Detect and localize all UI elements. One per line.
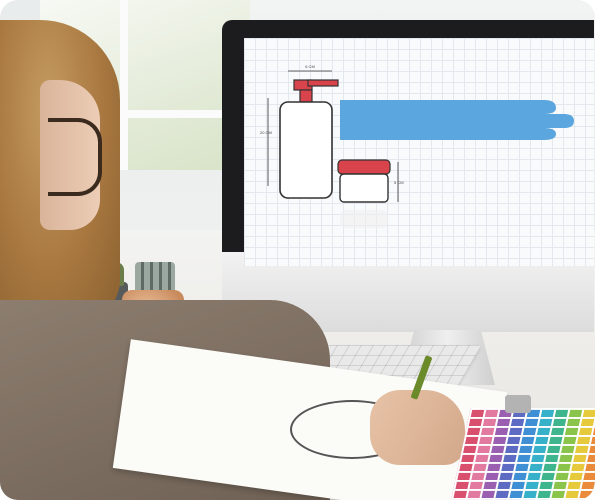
jar-height-label: 5 CM [394,180,404,185]
screen-artwork: 6 CM 20 CM 5 CM [260,64,574,228]
photo-scene: 6 CM 20 CM 5 CM [0,0,595,500]
person-hand [370,390,465,465]
pump-bottle-illustration [279,79,339,199]
glasses [48,118,102,196]
color-swatch-grid [449,408,595,500]
blue-banner-shape [340,100,574,140]
jar-illustration [337,159,391,228]
bottle-width-label: 6 CM [305,64,315,69]
binder-clip [505,395,531,413]
bottle-height-label: 20 CM [260,130,272,135]
